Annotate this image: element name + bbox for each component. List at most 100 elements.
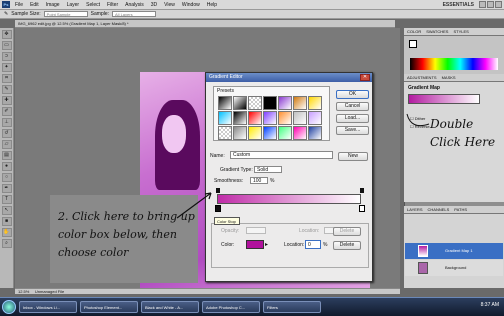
start-button[interactable] [2, 300, 16, 314]
preset-swatch[interactable] [263, 111, 277, 125]
menu-analysis[interactable]: Analysis [125, 2, 144, 8]
sample-select[interactable]: All Layers [112, 11, 157, 17]
move-tool-icon[interactable]: ✥ [1, 30, 12, 39]
dodge-tool-icon[interactable]: ○ [1, 173, 12, 182]
healing-tool-icon[interactable]: ✚ [1, 96, 12, 105]
tab-swatches[interactable]: SWATCHES [426, 28, 448, 35]
color-location-input[interactable]: 0 [305, 240, 321, 249]
load-button[interactable]: Load... [336, 114, 369, 123]
cancel-button[interactable]: Cancel [336, 102, 369, 111]
tab-channels[interactable]: CHANNELS [428, 206, 450, 213]
type-tool-icon[interactable]: T [1, 195, 12, 204]
ok-button[interactable]: OK [336, 90, 369, 99]
preset-swatch[interactable] [263, 126, 277, 140]
tab-adjustments[interactable]: ADJUSTMENTS [407, 74, 437, 81]
preset-swatch[interactable] [233, 111, 247, 125]
preset-swatch[interactable] [308, 111, 322, 125]
lasso-tool-icon[interactable]: ↄ [1, 52, 12, 61]
color-menu-arrow-icon[interactable]: ▸ [265, 241, 268, 248]
new-button[interactable]: New [338, 152, 368, 161]
gradient-type-select[interactable]: Solid [254, 166, 282, 173]
preset-swatch[interactable] [278, 111, 292, 125]
menu-3d[interactable]: 3D [151, 2, 157, 8]
preset-swatch[interactable] [218, 96, 232, 110]
tab-masks[interactable]: MASKS [442, 74, 456, 81]
color-stop-right[interactable] [359, 205, 365, 212]
menu-window[interactable]: Window [182, 2, 200, 8]
taskbar-item-inbox[interactable]: Inbox - Windows Li... [19, 301, 77, 313]
eyedropper-tool-icon[interactable]: ✎ [1, 85, 12, 94]
dialog-close-button[interactable]: ✕ [360, 74, 370, 81]
blur-tool-icon[interactable]: ● [1, 162, 12, 171]
maximize-button[interactable] [487, 1, 494, 8]
shape-tool-icon[interactable]: ■ [1, 217, 12, 226]
preset-swatch[interactable] [233, 96, 247, 110]
taskbar-item-elements[interactable]: Photoshop Element... [80, 301, 138, 313]
preset-swatch[interactable] [218, 111, 232, 125]
pen-tool-icon[interactable]: ✒ [1, 184, 12, 193]
color-delete-button[interactable]: Delete [333, 241, 361, 250]
preset-swatch[interactable] [248, 96, 262, 110]
eraser-tool-icon[interactable]: ▱ [1, 140, 12, 149]
preset-swatch[interactable] [308, 96, 322, 110]
name-input[interactable]: Custom [230, 151, 333, 159]
preset-swatch[interactable] [308, 126, 322, 140]
minimize-button[interactable] [479, 1, 486, 8]
smoothness-input[interactable]: 100 [250, 177, 268, 184]
preset-swatch[interactable] [218, 126, 232, 140]
preset-swatch[interactable] [293, 126, 307, 140]
opacity-stop-right[interactable] [360, 188, 364, 193]
gradient-preview-bar[interactable] [217, 194, 361, 204]
menu-select[interactable]: Select [86, 2, 100, 8]
preset-swatch[interactable] [278, 126, 292, 140]
quick-select-tool-icon[interactable]: ✦ [1, 63, 12, 72]
stop-color-swatch[interactable] [246, 240, 264, 249]
opacity-input[interactable] [246, 227, 266, 234]
taskbar-item-filters[interactable]: Filters [263, 301, 321, 313]
menu-help[interactable]: Help [207, 2, 217, 8]
menu-image[interactable]: Image [46, 2, 60, 8]
color-stop-left[interactable] [215, 205, 221, 212]
workspace-switcher[interactable]: ESSENTIALS [443, 2, 474, 8]
close-button[interactable] [495, 1, 502, 8]
tab-layers[interactable]: LAYERS [407, 206, 423, 213]
crop-tool-icon[interactable]: ⌗ [1, 74, 12, 83]
menu-file[interactable]: File [15, 2, 23, 8]
eyedropper-icon[interactable]: ✎ [4, 11, 8, 17]
gradient-tool-icon[interactable]: ▤ [1, 151, 12, 160]
menu-view[interactable]: View [164, 2, 175, 8]
preset-swatch[interactable] [248, 126, 262, 140]
opacity-delete-button[interactable]: Delete [333, 227, 361, 236]
path-select-tool-icon[interactable]: ↖ [1, 206, 12, 215]
preset-swatch[interactable] [233, 126, 247, 140]
sample-size-select[interactable]: Point Sample [43, 11, 88, 17]
taskbar-item-photoshop[interactable]: Adobe Photoshop C... [202, 301, 260, 313]
preset-swatch[interactable] [293, 111, 307, 125]
menu-filter[interactable]: Filter [107, 2, 118, 8]
taskbar-item-black-white[interactable]: Black and White - A... [141, 301, 199, 313]
zoom-level[interactable]: 12.5% [18, 289, 29, 294]
preset-swatch[interactable] [278, 96, 292, 110]
save-button[interactable]: Save... [336, 126, 369, 135]
stamp-tool-icon[interactable]: ⊥ [1, 118, 12, 127]
brush-tool-icon[interactable]: ✐ [1, 107, 12, 116]
zoom-tool-icon[interactable]: ⌕ [1, 239, 12, 248]
foreground-color-swatch[interactable] [409, 40, 417, 48]
presets-group: Presets [213, 86, 330, 141]
document-tab[interactable]: IMG_6962 edit.jpg @ 12.5% (Gradient Map … [15, 20, 395, 28]
preset-swatch[interactable] [293, 96, 307, 110]
marquee-tool-icon[interactable]: ▭ [1, 41, 12, 50]
color-ramp[interactable] [410, 58, 498, 70]
preset-swatch[interactable] [263, 96, 277, 110]
tab-styles[interactable]: STYLES [453, 28, 468, 35]
opacity-stop-left[interactable] [216, 188, 220, 193]
menu-edit[interactable]: Edit [30, 2, 39, 8]
smoothness-label: Smoothness: [214, 178, 244, 184]
tab-color[interactable]: COLOR [407, 28, 421, 35]
history-brush-tool-icon[interactable]: ↺ [1, 129, 12, 138]
hand-tool-icon[interactable]: ✋ [1, 228, 12, 237]
menu-layer[interactable]: Layer [67, 2, 80, 8]
tab-paths[interactable]: PATHS [454, 206, 467, 213]
gradient-map-bar[interactable] [408, 94, 480, 104]
preset-swatch[interactable] [248, 111, 262, 125]
